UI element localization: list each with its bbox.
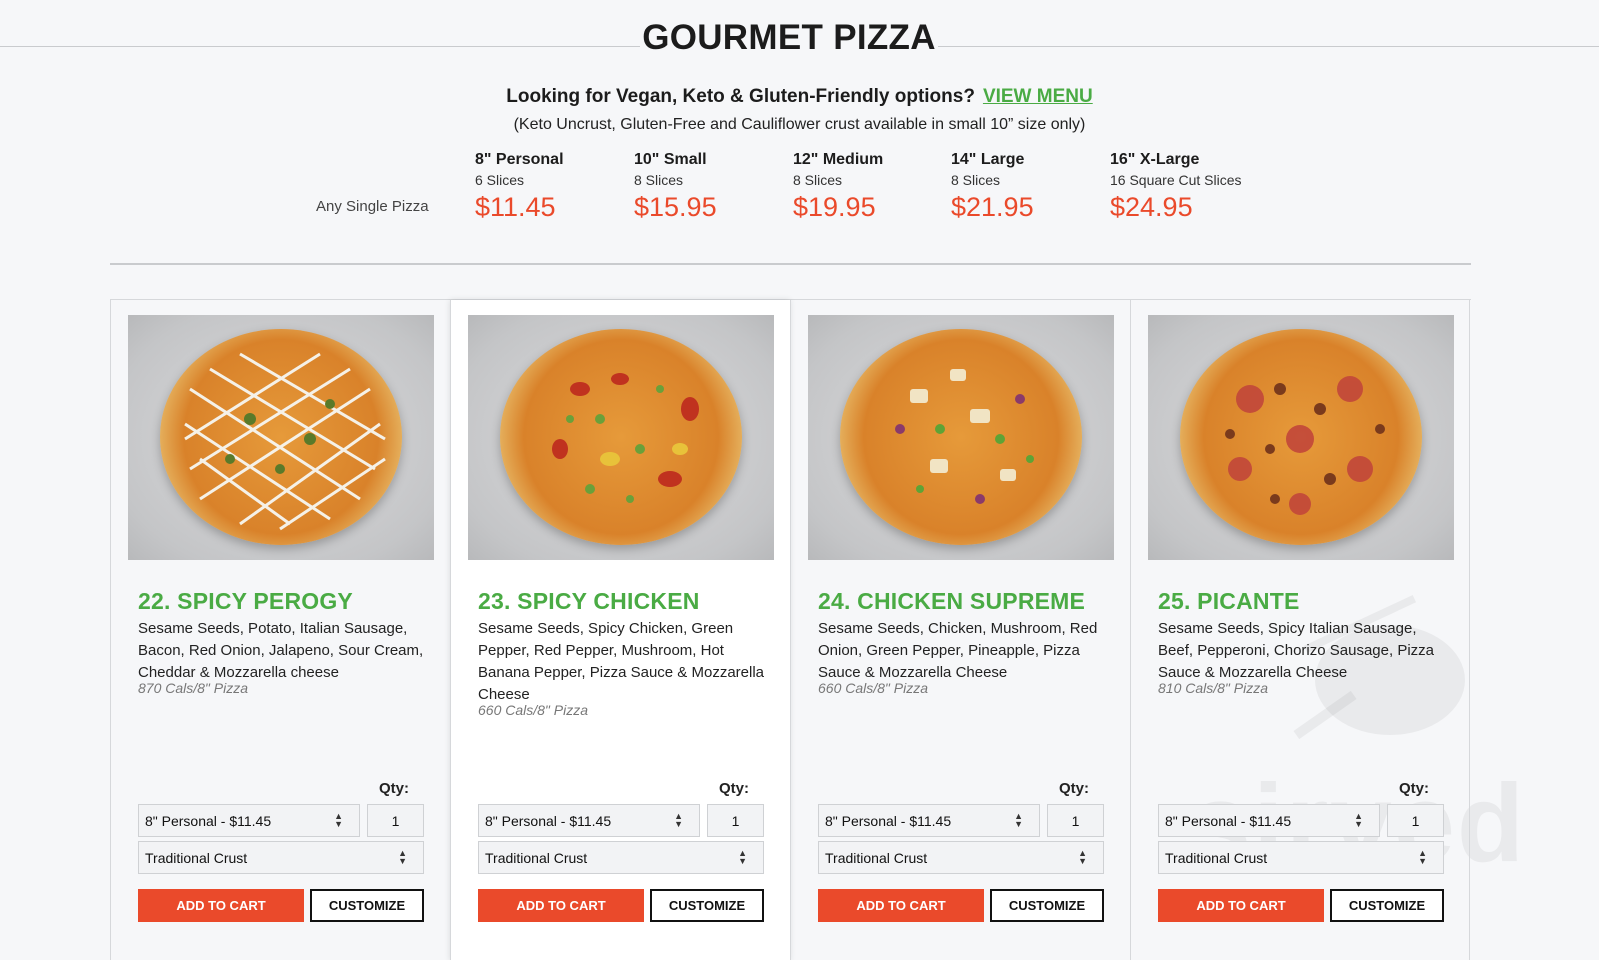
size-price: $24.95 — [1110, 192, 1193, 222]
any-single-pizza-label: Any Single Pizza — [316, 198, 429, 215]
select-arrows-icon: ▲ ▼ — [334, 811, 343, 829]
qty-input[interactable]: 1 — [707, 804, 764, 837]
product-card: 23. SPICY CHICKEN Sesame Seeds, Spicy Ch… — [450, 300, 790, 960]
sour-cream-drizzle — [184, 352, 386, 531]
customize-button[interactable]: CUSTOMIZE — [990, 889, 1104, 922]
select-arrows-icon: ▲ ▼ — [1078, 848, 1087, 866]
size-option-large: 14" Large 8 Slices $21.95 — [951, 151, 1034, 223]
product-calories: 660 Cals/8" Pizza — [478, 702, 589, 718]
qty-input[interactable]: 1 — [1047, 804, 1104, 837]
product-name[interactable]: 25. PICANTE — [1158, 588, 1300, 615]
select-arrows-icon: ▲ ▼ — [1354, 811, 1363, 829]
crust-select[interactable]: Traditional Crust ▲ ▼ — [818, 841, 1104, 874]
title-row: GOURMET PIZZA — [0, 0, 1599, 80]
pizza-image[interactable] — [1148, 315, 1454, 560]
pizza-image[interactable] — [128, 315, 434, 560]
pizza-toppings — [552, 373, 699, 503]
crust-select[interactable]: Traditional Crust ▲ ▼ — [138, 841, 424, 874]
product-calories: 870 Cals/8" Pizza — [138, 680, 249, 696]
product-name[interactable]: 24. CHICKEN SUPREME — [818, 588, 1085, 615]
pizza-image[interactable] — [468, 315, 774, 560]
product-card: 22. SPICY PEROGY Sesame Seeds, Potato, I… — [110, 300, 450, 960]
title-divider-right — [938, 46, 1599, 47]
customize-button[interactable]: CUSTOMIZE — [1330, 889, 1444, 922]
size-select[interactable]: 8" Personal - $11.45 ▲ ▼ — [1158, 804, 1380, 837]
qty-input[interactable]: 1 — [367, 804, 424, 837]
size-price: $21.95 — [951, 192, 1034, 222]
qty-label: Qty: — [1059, 780, 1089, 797]
product-calories: 810 Cals/8" Pizza — [1158, 680, 1269, 696]
qty-label: Qty: — [719, 780, 749, 797]
add-to-cart-button[interactable]: ADD TO CART — [478, 889, 644, 922]
size-slices: 16 Square Cut Slices — [1110, 172, 1242, 188]
pizza-toppings — [895, 369, 1034, 504]
product-name[interactable]: 22. SPICY PEROGY — [138, 588, 353, 615]
crust-select-value: Traditional Crust — [485, 850, 588, 866]
size-name: 16" X-Large — [1110, 151, 1200, 168]
add-to-cart-button[interactable]: ADD TO CART — [818, 889, 984, 922]
select-arrows-icon: ▲ ▼ — [674, 811, 683, 829]
crust-select-value: Traditional Crust — [1165, 850, 1268, 866]
size-select-value: 8" Personal - $11.45 — [485, 813, 612, 829]
view-menu-link[interactable]: VIEW MENU — [983, 86, 1093, 107]
size-slices: 6 Slices — [475, 172, 525, 188]
size-name: 8" Personal — [475, 151, 564, 168]
select-arrows-icon: ▲ ▼ — [1418, 848, 1427, 866]
size-select[interactable]: 8" Personal - $11.45 ▲ ▼ — [478, 804, 700, 837]
qty-label: Qty: — [1399, 780, 1429, 797]
pizza-image[interactable] — [808, 315, 1114, 560]
crust-select[interactable]: Traditional Crust ▲ ▼ — [478, 841, 764, 874]
size-price: $15.95 — [634, 192, 717, 222]
product-card: 24. CHICKEN SUPREME Sesame Seeds, Chicke… — [790, 300, 1130, 960]
size-slices: 8 Slices — [951, 172, 1001, 188]
size-select[interactable]: 8" Personal - $11.45 ▲ ▼ — [138, 804, 360, 837]
size-price: $11.45 — [475, 192, 556, 222]
select-arrows-icon: ▲ ▼ — [398, 848, 407, 866]
crust-note: (Keto Uncrust, Gluten-Free and Cauliflow… — [513, 116, 1086, 133]
customize-button[interactable]: CUSTOMIZE — [310, 889, 424, 922]
product-card: 25. PICANTE Sesame Seeds, Spicy Italian … — [1130, 300, 1470, 960]
title-divider-left — [0, 46, 640, 47]
pizza-toppings — [1225, 376, 1385, 515]
crust-select[interactable]: Traditional Crust ▲ ▼ — [1158, 841, 1444, 874]
add-to-cart-button[interactable]: ADD TO CART — [1158, 889, 1324, 922]
dietary-options-line: Looking for Vegan, Keto & Gluten-Friendl… — [0, 86, 1599, 108]
product-description: Sesame Seeds, Chicken, Mushroom, Red Oni… — [818, 620, 1098, 681]
size-select-value: 8" Personal - $11.45 — [1165, 813, 1292, 829]
customize-button[interactable]: CUSTOMIZE — [650, 889, 764, 922]
add-to-cart-button[interactable]: ADD TO CART — [138, 889, 304, 922]
select-arrows-icon: ▲ ▼ — [1014, 811, 1023, 829]
size-option-medium: 12" Medium 8 Slices $19.95 — [793, 151, 883, 223]
size-slices: 8 Slices — [634, 172, 684, 188]
size-option-small: 10" Small 8 Slices $15.95 — [634, 151, 717, 223]
product-calories: 660 Cals/8" Pizza — [818, 680, 929, 696]
product-grid: 22. SPICY PEROGY Sesame Seeds, Potato, I… — [110, 299, 1471, 960]
size-slices: 8 Slices — [793, 172, 843, 188]
size-name: 12" Medium — [793, 151, 884, 168]
size-select-value: 8" Personal - $11.45 — [825, 813, 952, 829]
product-description: Sesame Seeds, Potato, Italian Sausage, B… — [138, 620, 424, 681]
product-description: Sesame Seeds, Spicy Italian Sausage, Bee… — [1158, 620, 1434, 681]
product-description: Sesame Seeds, Spicy Chicken, Green Peppe… — [478, 620, 765, 703]
page-title: GOURMET PIZZA — [642, 18, 936, 57]
size-name: 10" Small — [634, 151, 707, 168]
crust-select-value: Traditional Crust — [825, 850, 928, 866]
select-arrows-icon: ▲ ▼ — [738, 848, 747, 866]
qty-label: Qty: — [379, 780, 409, 797]
size-option-xlarge: 16" X-Large 16 Square Cut Slices $24.95 — [1110, 151, 1242, 223]
size-select-value: 8" Personal - $11.45 — [145, 813, 272, 829]
size-name: 14" Large — [951, 151, 1025, 168]
size-option-personal: 8" Personal 6 Slices $11.45 — [475, 151, 564, 223]
dietary-options-text: Looking for Vegan, Keto & Gluten-Friendl… — [506, 86, 975, 107]
size-select[interactable]: 8" Personal - $11.45 ▲ ▼ — [818, 804, 1040, 837]
size-price: $19.95 — [793, 192, 876, 222]
crust-select-value: Traditional Crust — [145, 850, 248, 866]
product-name[interactable]: 23. SPICY CHICKEN — [478, 588, 700, 615]
qty-input[interactable]: 1 — [1387, 804, 1444, 837]
section-divider — [110, 263, 1471, 265]
